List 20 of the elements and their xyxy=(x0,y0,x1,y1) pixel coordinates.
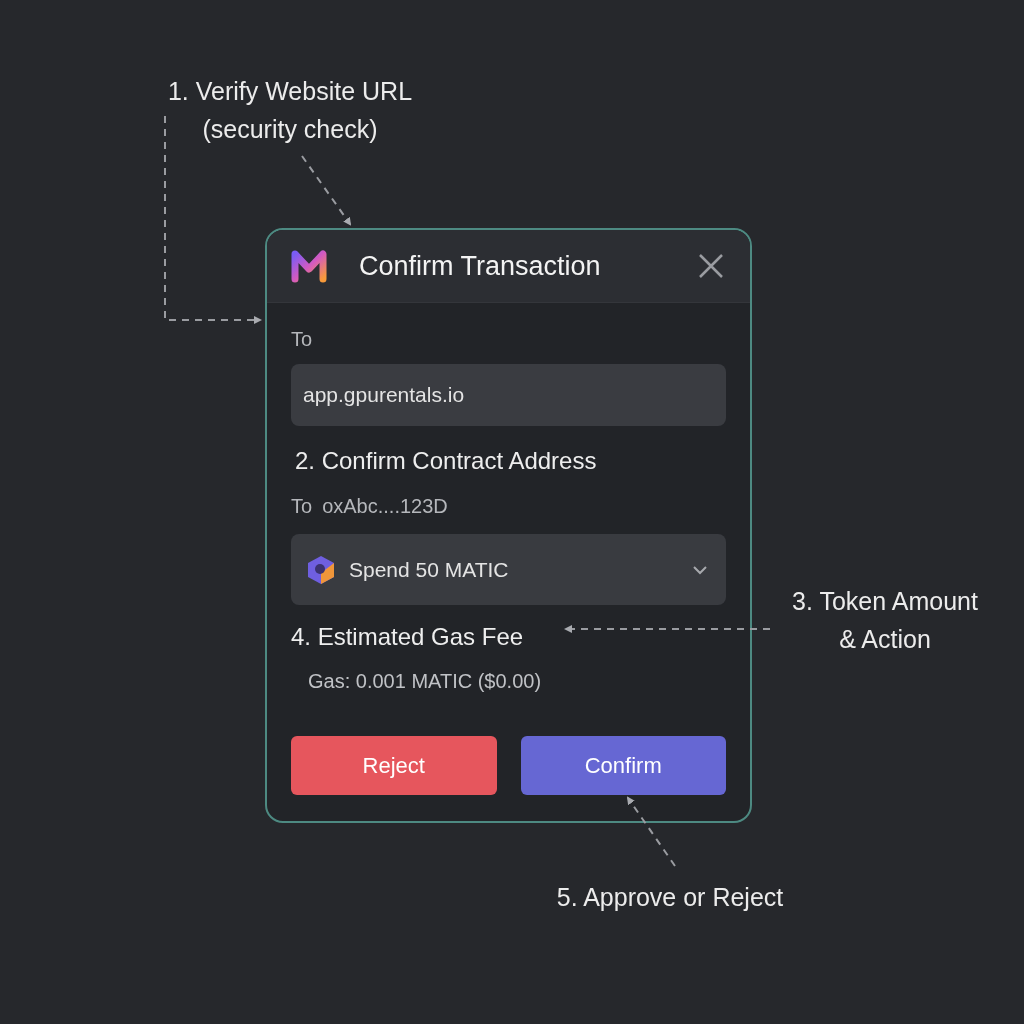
annotation-label: 5. Approve or Reject xyxy=(555,882,785,913)
token-icon xyxy=(307,554,335,585)
dashed-arrow xyxy=(301,155,352,226)
dashed-arrow xyxy=(626,796,676,867)
reject-button[interactable]: Reject xyxy=(291,736,497,795)
url-field[interactable]: app.gpurentals.io xyxy=(291,364,726,426)
dialog-title: Confirm Transaction xyxy=(359,249,601,283)
close-icon[interactable] xyxy=(698,253,724,279)
annotation-label: 1. Verify Website URL (security check) xyxy=(166,76,414,145)
address-label: To xyxy=(291,494,313,518)
contract-address: oxAbc....123D xyxy=(322,494,448,518)
section-heading: 2. Confirm Contract Address xyxy=(294,446,598,476)
token-select[interactable]: Spend 50 MATIC xyxy=(291,534,726,605)
section-heading: 4. Estimated Gas Fee xyxy=(291,622,524,652)
field-label: To xyxy=(291,327,314,351)
chevron-down-icon xyxy=(692,564,708,575)
confirm-button[interactable]: Confirm xyxy=(520,736,726,795)
annotation-label: 3. Token Amount & Action xyxy=(791,586,979,655)
gas-fee-text: Gas: 0.001 MATIC ($0.00) xyxy=(307,669,543,693)
m-logo-icon xyxy=(291,249,327,283)
